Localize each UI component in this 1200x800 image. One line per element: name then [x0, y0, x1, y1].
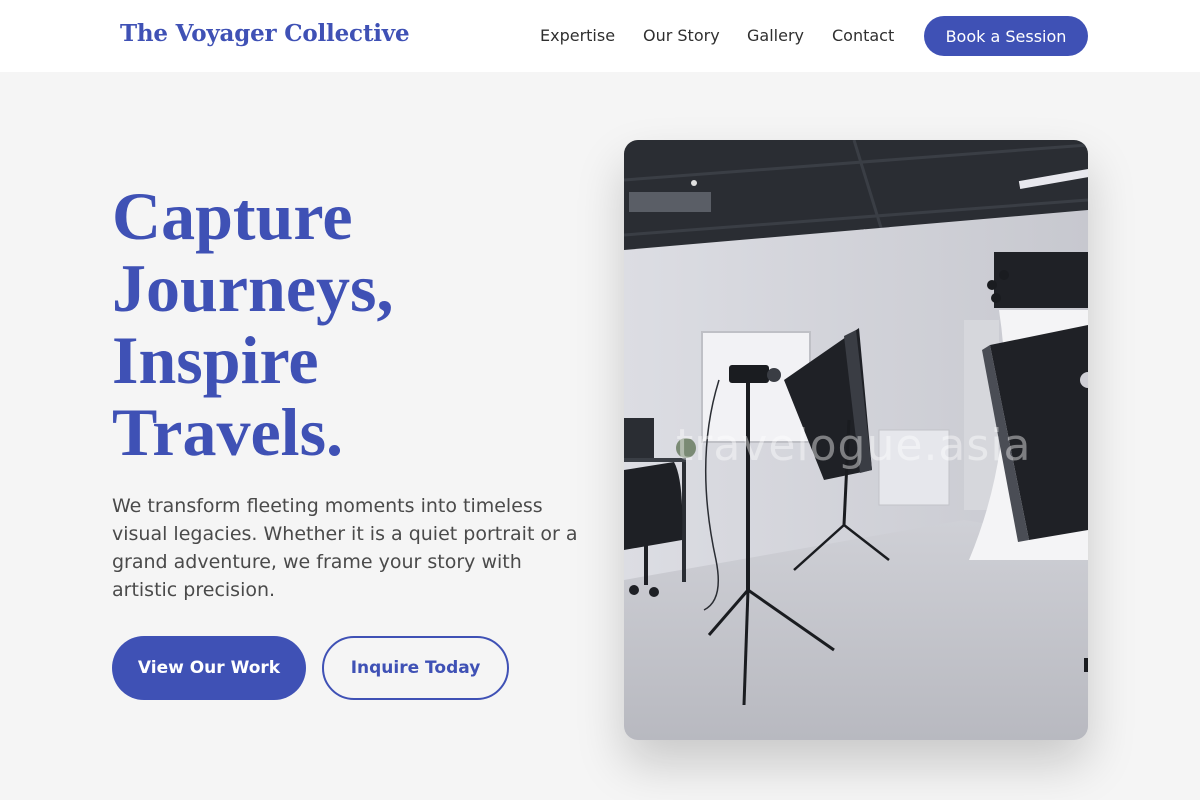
site-header: The Voyager Collective Expertise Our Sto…: [0, 0, 1200, 72]
view-our-work-button[interactable]: View Our Work: [112, 636, 306, 700]
brand-logo[interactable]: The Voyager Collective: [120, 20, 410, 47]
nav-link-contact[interactable]: Contact: [832, 26, 894, 45]
watermark-text: travelogue.asia: [676, 420, 1032, 471]
nav-link-our-story[interactable]: Our Story: [643, 26, 720, 45]
hero-title-line: Travels.: [112, 394, 344, 470]
hero-description: We transform fleeting moments into timel…: [112, 495, 578, 601]
hero-title-line: Inspire: [112, 322, 319, 398]
hero-title-line: Capture: [112, 178, 353, 254]
studio-photo: travelogue.asia: [624, 140, 1088, 740]
nav-link-gallery[interactable]: Gallery: [747, 26, 804, 45]
hero-title: Capture Journeys, Inspire Travels.: [112, 180, 592, 468]
nav-link-expertise[interactable]: Expertise: [540, 26, 615, 45]
book-session-button[interactable]: Book a Session: [924, 16, 1088, 56]
inquire-today-button[interactable]: Inquire Today: [322, 636, 509, 700]
hero-title-line: Journeys,: [112, 250, 394, 326]
